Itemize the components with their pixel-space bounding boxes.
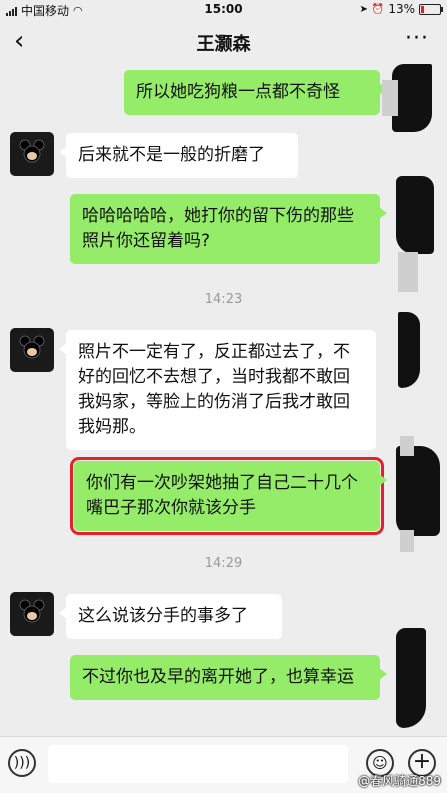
location-icon: ➤	[359, 3, 368, 15]
redacted-avatar	[398, 252, 418, 292]
sent-message-bubble[interactable]: 所以她吃狗粮一点都不奇怪	[124, 70, 387, 115]
redacted-avatar	[382, 80, 398, 116]
sent-message-bubble-highlighted[interactable]: 你们有一次吵架她抽了自己二十几个嘴巴子那次你就该分手	[70, 457, 387, 535]
message-text: 不过你也及早的离开她了，也算幸运	[82, 667, 354, 687]
mickey-avatar-icon	[19, 335, 45, 359]
received-message-bubble[interactable]: 这么说该分手的事多了	[59, 594, 282, 639]
chat-title: 王灏森	[196, 34, 251, 55]
message-text: 这么说该分手的事多了	[78, 606, 248, 626]
contact-avatar[interactable]	[10, 132, 54, 176]
sent-message-bubble[interactable]: 哈哈哈哈哈，她打你的留下伤的那些照片你还留着吗?	[70, 194, 387, 264]
chat-header: ‹ 王灏森 ···	[0, 20, 447, 62]
redacted-avatar	[392, 64, 432, 132]
received-message-bubble[interactable]: 后来就不是一般的折磨了	[59, 133, 298, 178]
sent-message-bubble[interactable]: 不过你也及早的离开她了，也算幸运	[70, 655, 387, 700]
message-input-bar: ))) ☺ + @春风骑通889	[0, 736, 447, 793]
contact-avatar[interactable]	[10, 328, 54, 372]
message-text: 你们有一次吵架她抽了自己二十几个嘴巴子那次你就该分手	[86, 473, 358, 518]
redacted-avatar	[400, 530, 414, 552]
mickey-avatar-icon	[19, 139, 45, 163]
timestamp: 14:29	[204, 556, 243, 571]
alarm-icon: ⏰	[371, 3, 385, 15]
timestamp: 14:23	[204, 292, 243, 307]
received-message-bubble[interactable]: 照片不一定有了，反正都过去了，不好的回忆不去想了，当时我都不敢回我妈家，等脸上的…	[59, 330, 376, 450]
battery-percent: 13%	[388, 2, 415, 16]
message-text: 哈哈哈哈哈，她打你的留下伤的那些照片你还留着吗?	[82, 206, 354, 251]
message-input[interactable]	[48, 745, 348, 783]
voice-icon[interactable]: )))	[8, 749, 36, 777]
battery-icon	[419, 3, 443, 15]
message-text: 所以她吃狗粮一点都不奇怪	[136, 82, 340, 102]
redacted-avatar	[398, 312, 420, 388]
redacted-avatar	[396, 176, 434, 254]
watermark: @春风骑通889	[358, 774, 441, 788]
redacted-avatar	[400, 436, 414, 456]
redacted-avatar	[396, 446, 440, 536]
contact-avatar[interactable]	[10, 592, 54, 636]
mickey-avatar-icon	[19, 599, 45, 623]
message-text: 后来就不是一般的折磨了	[78, 145, 265, 165]
redacted-avatar	[396, 628, 426, 728]
ellipsis-icon[interactable]: ···	[405, 26, 429, 51]
message-text: 照片不一定有了，反正都过去了，不好的回忆不去想了，当时我都不敢回我妈家，等脸上的…	[78, 342, 350, 437]
status-bar: 中国移动 ◠ 15:00 ➤ ⏰ 13%	[0, 0, 447, 20]
